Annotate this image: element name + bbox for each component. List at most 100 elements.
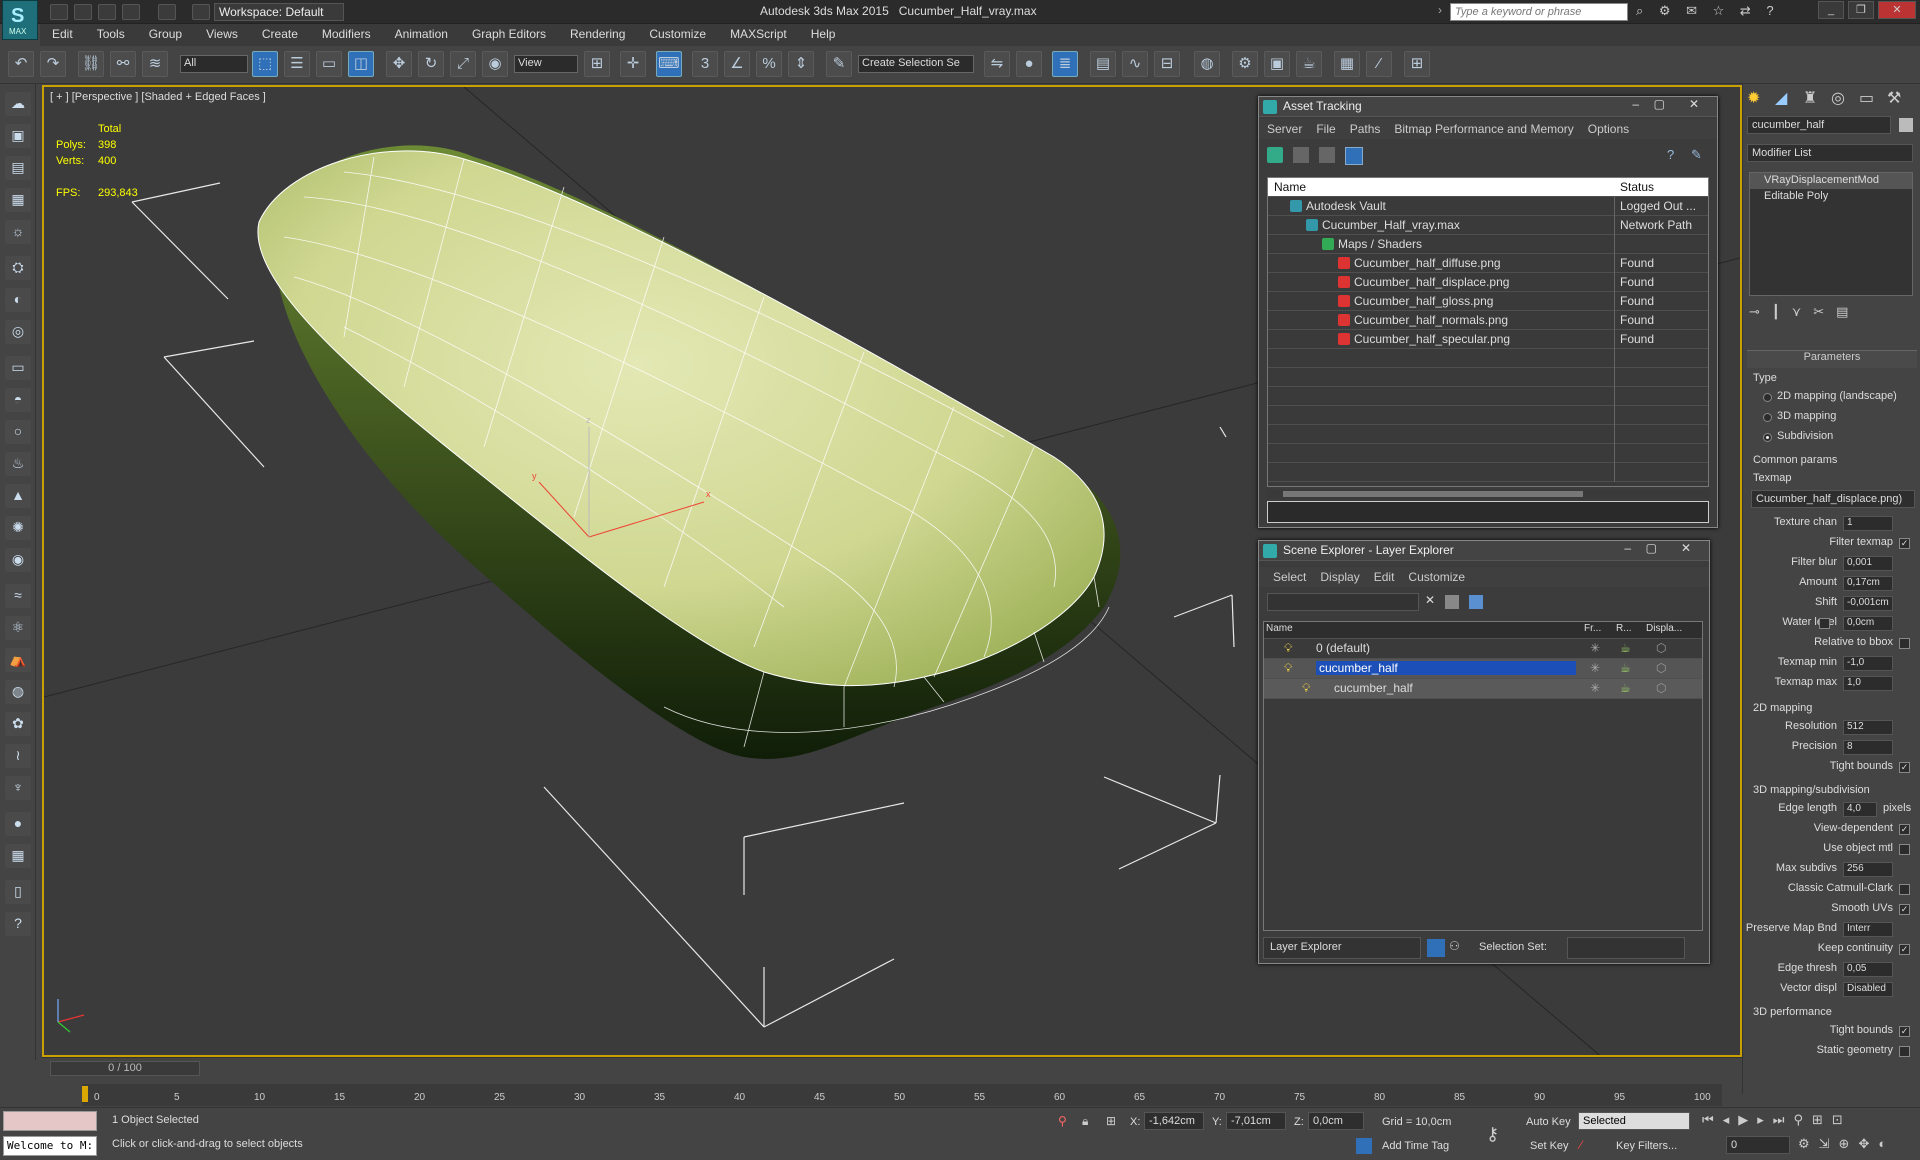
asset-hscrollbar[interactable] bbox=[1267, 489, 1709, 499]
asset-menu-paths[interactable]: Paths bbox=[1350, 122, 1381, 136]
col-status[interactable]: Status bbox=[1620, 180, 1654, 194]
asset-row[interactable]: Cucumber_half_displace.png Found bbox=[1268, 273, 1708, 292]
light-bulb-icon[interactable]: 💡︎ bbox=[1284, 661, 1292, 676]
param-spinner[interactable]: -0,001cm bbox=[1843, 596, 1893, 611]
set-key-icon[interactable]: ⚷ bbox=[1486, 1124, 1499, 1145]
highlight-editor-icon[interactable]: ✎ bbox=[1691, 147, 1702, 163]
auto-key-button[interactable]: Auto Key bbox=[1526, 1116, 1571, 1128]
z-coordinate-field[interactable]: 0,0cm bbox=[1308, 1112, 1364, 1130]
workspace-dropdown[interactable]: Workspace: Default bbox=[214, 3, 344, 21]
modify-tab-icon[interactable]: ◢ bbox=[1775, 88, 1787, 108]
keyboard-shortcut-toggle-icon[interactable]: ⌨ bbox=[656, 51, 682, 77]
time-slider[interactable]: 0 / 100 bbox=[50, 1061, 200, 1076]
param-spinner[interactable]: Interr bbox=[1843, 922, 1893, 937]
place-icon[interactable]: ◉ bbox=[482, 51, 508, 77]
scene-menu-display[interactable]: Display bbox=[1320, 570, 1359, 584]
new-file-icon[interactable] bbox=[50, 4, 68, 20]
freeze-icon[interactable]: ✳ bbox=[1590, 681, 1600, 695]
material-editor-icon[interactable]: ◍ bbox=[1194, 51, 1220, 77]
scene-explorer-window[interactable]: Scene Explorer - Layer Explorer ‒ ▢ ✕ Se… bbox=[1258, 540, 1710, 964]
scene-menu-select[interactable]: Select bbox=[1273, 570, 1306, 584]
type-radio[interactable] bbox=[1763, 433, 1772, 442]
vray-sun-icon[interactable]: ✺ bbox=[5, 516, 31, 540]
infocenter-toolbar[interactable]: ⌕ ⚙ ✉ ☆ ⇄ ? bbox=[1636, 3, 1786, 21]
display-tab-icon[interactable]: ▭ bbox=[1859, 88, 1874, 108]
unlink-icon[interactable]: ⚯ bbox=[110, 51, 136, 77]
menu-customize[interactable]: Customize bbox=[637, 24, 718, 44]
param-checkbox[interactable]: ✓ bbox=[1899, 762, 1910, 773]
mirror-icon[interactable]: ⇋ bbox=[984, 51, 1010, 77]
vray-environment-icon[interactable]: ⛺ bbox=[5, 648, 31, 672]
y-coordinate-field[interactable]: -7,01cm bbox=[1226, 1112, 1286, 1130]
param-checkbox[interactable]: ✓ bbox=[1899, 1026, 1910, 1037]
undo-icon[interactable] bbox=[122, 4, 140, 20]
restore-window-button[interactable]: ❐ bbox=[1848, 1, 1874, 19]
viewport-nav-controls[interactable]: ⚙⇲⊕✥◐ bbox=[1798, 1136, 1916, 1154]
asset-row[interactable]: Cucumber_half_normals.png Found bbox=[1268, 311, 1708, 330]
display-box-icon[interactable]: ⬡ bbox=[1656, 681, 1666, 695]
texmap-button[interactable]: Cucumber_half_displace.png) bbox=[1751, 490, 1915, 508]
move-icon[interactable]: ✥ bbox=[386, 51, 412, 77]
asset-row[interactable]: Cucumber_half_gloss.png Found bbox=[1268, 292, 1708, 311]
menu-group[interactable]: Group bbox=[137, 24, 194, 44]
edge-length-spinner[interactable]: 4,0 bbox=[1843, 802, 1877, 817]
vray-dome-icon[interactable]: ◐ bbox=[5, 288, 31, 312]
minimize-icon[interactable]: ‒ bbox=[1632, 97, 1639, 111]
refresh-icon[interactable] bbox=[1267, 147, 1283, 163]
asset-menu-file[interactable]: File bbox=[1316, 122, 1335, 136]
vray-material-ball-icon[interactable]: ● bbox=[5, 812, 31, 836]
render-teapot-icon[interactable]: ☕ bbox=[1620, 681, 1631, 695]
vray-sphere-icon[interactable]: ○ bbox=[5, 420, 31, 444]
menu-rendering[interactable]: Rendering bbox=[558, 24, 637, 44]
freeze-icon[interactable]: ✳ bbox=[1590, 661, 1600, 675]
param-spinner[interactable]: 1,0 bbox=[1843, 676, 1893, 691]
vray-lights-icon[interactable]: ☁ bbox=[5, 92, 31, 116]
asset-menu-bitmap[interactable]: Bitmap Performance and Memory bbox=[1394, 122, 1573, 136]
menu-modifiers[interactable]: Modifiers bbox=[310, 24, 383, 44]
x-coordinate-field[interactable]: -1,642cm bbox=[1144, 1112, 1204, 1130]
asset-row[interactable]: Maps / Shaders bbox=[1268, 235, 1708, 254]
search-arrow-icon[interactable]: › bbox=[1438, 3, 1448, 21]
param-checkbox[interactable]: ✓ bbox=[1899, 824, 1910, 835]
clear-search-icon[interactable]: ✕ bbox=[1425, 593, 1435, 607]
stack-tools[interactable]: ⊸┃⋎✂▤ bbox=[1749, 304, 1913, 320]
maximize-icon[interactable]: ▢ bbox=[1646, 541, 1657, 555]
scene-menu-customize[interactable]: Customize bbox=[1408, 570, 1465, 584]
modifier-editable-poly[interactable]: Editable Poly bbox=[1750, 189, 1912, 205]
track-bar[interactable]: 0 5 10 15 20 25 30 35 40 45 50 55 60 65 70 75 80 85 90 95 10… bbox=[82, 1084, 1722, 1106]
window-crossing-icon[interactable]: ◫ bbox=[348, 51, 374, 77]
spinner-snap-icon[interactable]: ⇕ bbox=[788, 51, 814, 77]
project-folder-icon[interactable] bbox=[192, 4, 210, 20]
create-tab-icon[interactable]: ✹ bbox=[1747, 88, 1760, 108]
col-name[interactable]: Name bbox=[1266, 623, 1293, 634]
light-bulb-icon[interactable]: 💡︎ bbox=[1302, 681, 1310, 696]
absolute-mode-icon[interactable]: ⊞ bbox=[1106, 1114, 1116, 1128]
help-icon[interactable]: ? bbox=[1667, 147, 1674, 162]
open-file-icon[interactable] bbox=[74, 4, 92, 20]
light-bulb-icon[interactable]: 💡︎ bbox=[1284, 641, 1292, 656]
align-icon[interactable]: ● bbox=[1016, 51, 1042, 77]
select-object-icon[interactable]: ⬚ bbox=[252, 51, 278, 77]
vray-frame-buffer-icon[interactable]: ▦ bbox=[1334, 51, 1360, 77]
schematic-view-icon[interactable]: ⊟ bbox=[1154, 51, 1180, 77]
menu-graph-editors[interactable]: Graph Editors bbox=[460, 24, 558, 44]
layer-name[interactable]: cucumber_half bbox=[1316, 661, 1576, 675]
hierarchy-tab-icon[interactable]: ♜ bbox=[1803, 88, 1817, 108]
asset-menu-server[interactable]: Server bbox=[1267, 122, 1302, 136]
freeze-icon[interactable]: ✳ bbox=[1590, 641, 1600, 655]
display-box-icon[interactable]: ⬡ bbox=[1656, 641, 1666, 655]
toggle-layer-explorer-icon[interactable]: ≣ bbox=[1052, 51, 1078, 77]
vray-brush-icon[interactable]: ⁄ bbox=[1366, 51, 1392, 77]
vray-frame-icon[interactable]: ▣ bbox=[5, 124, 31, 148]
object-name-field[interactable]: cucumber_half bbox=[1747, 116, 1891, 134]
vray-file-icon[interactable]: ▯ bbox=[5, 880, 31, 904]
display-box-icon[interactable]: ⬡ bbox=[1656, 661, 1666, 675]
utilities-tab-icon[interactable]: ⚒ bbox=[1887, 88, 1901, 108]
param-spinner[interactable]: 512 bbox=[1843, 720, 1893, 735]
list-view-icon[interactable] bbox=[1293, 147, 1309, 163]
vray-proxy-icon[interactable]: ♨ bbox=[5, 452, 31, 476]
rect-selection-icon[interactable]: ▭ bbox=[316, 51, 342, 77]
type-radio[interactable] bbox=[1763, 393, 1772, 402]
vray-log-icon[interactable]: ▤ bbox=[5, 156, 31, 180]
param-spinner[interactable]: 256 bbox=[1843, 862, 1893, 877]
